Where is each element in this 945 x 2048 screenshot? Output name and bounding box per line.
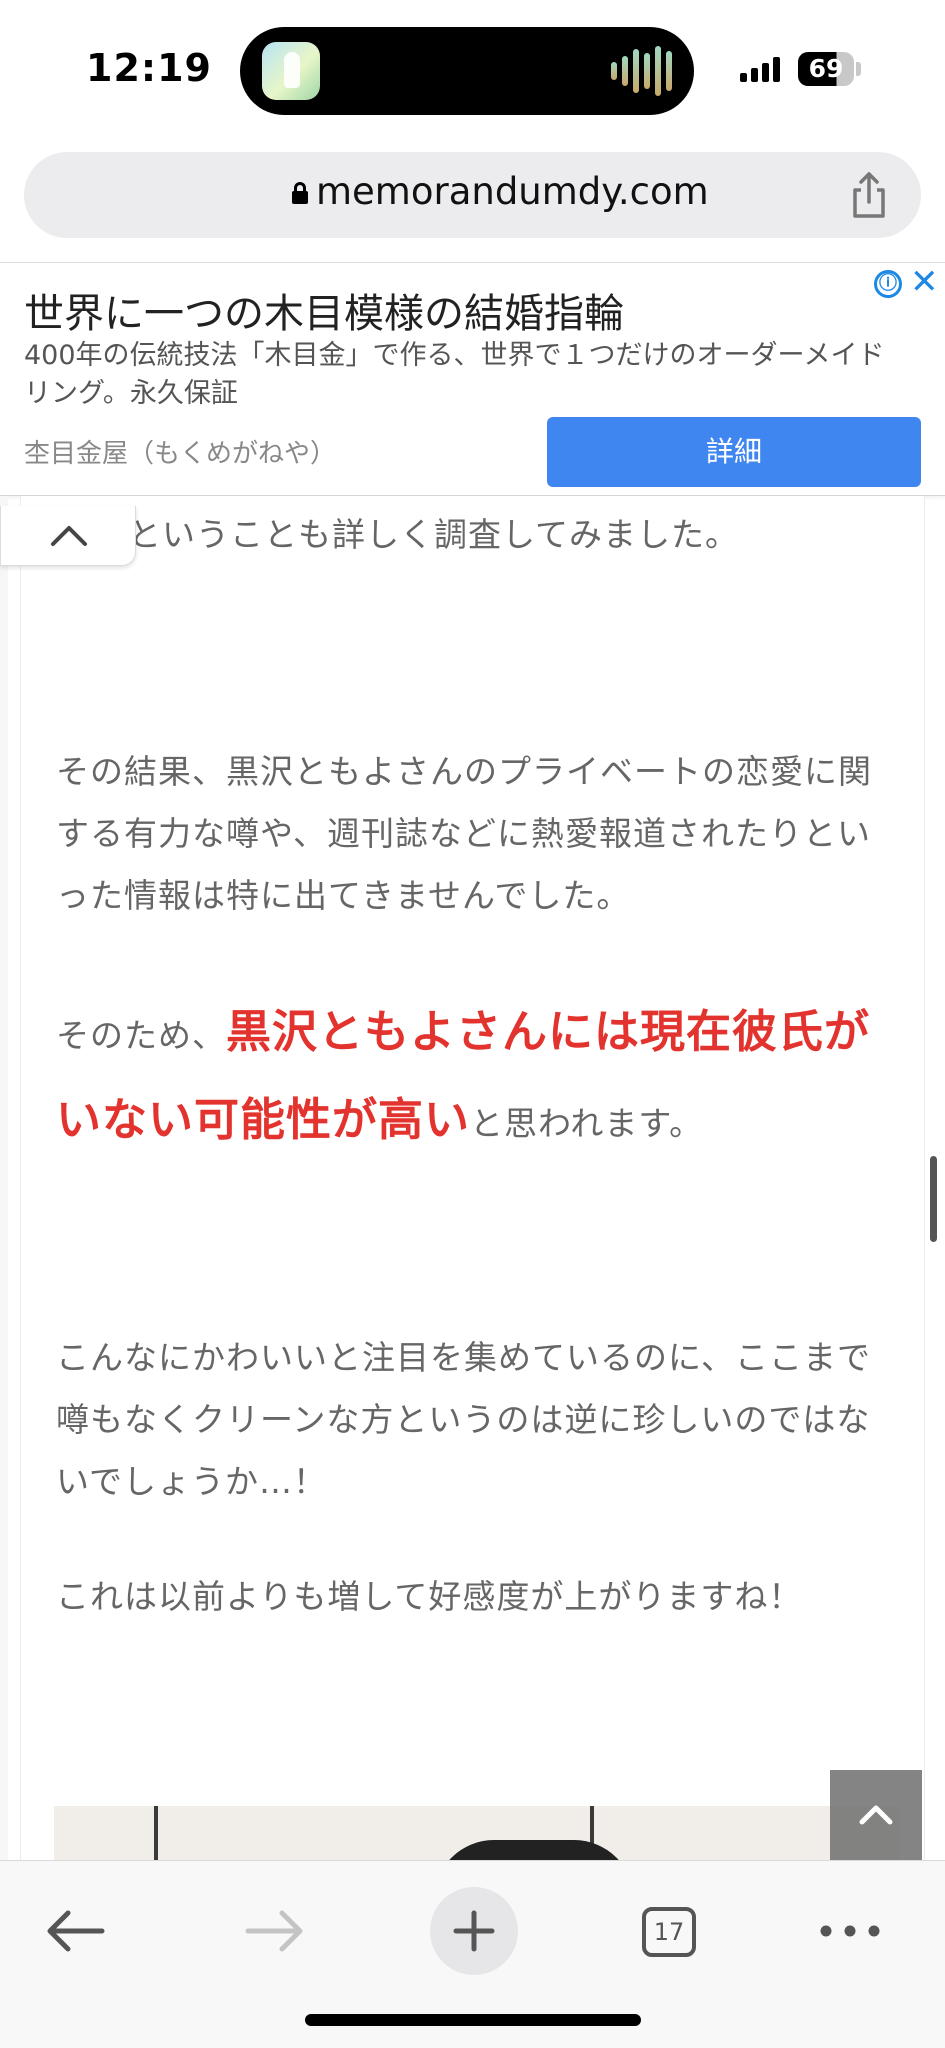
address-bar[interactable]: memorandumdy.com (24, 152, 921, 238)
back-button[interactable] (32, 1887, 120, 1975)
more-button[interactable] (806, 1887, 894, 1975)
back-arrow-icon (47, 1910, 105, 1952)
ad-detail-button[interactable]: 詳細 (547, 417, 921, 487)
audio-wave-icon (611, 45, 672, 97)
tab-count: 17 (642, 1907, 696, 1957)
more-icon (820, 1925, 880, 1937)
status-bar: 12:19 69 (0, 0, 945, 140)
page-edge (0, 496, 8, 1860)
cellular-signal-icon (740, 56, 780, 82)
ad-description: 400年の伝統技法「木目金」で作る、世界で１つだけのオーダーメイドリング。永久保… (24, 340, 885, 409)
ad-collapse-button[interactable] (0, 506, 136, 566)
dynamic-island[interactable] (240, 27, 694, 115)
new-tab-button[interactable] (430, 1887, 518, 1975)
tabs-button[interactable]: 17 (626, 1887, 714, 1975)
ad-info-icon[interactable]: ⓘ (874, 270, 902, 298)
paragraph-2-prefix: そのため、 (56, 1016, 226, 1055)
ad-title[interactable]: 世界に一つの木目模様の結婚指輪 (24, 281, 624, 339)
chevron-up-icon (51, 526, 87, 546)
plus-icon (453, 1910, 495, 1952)
forward-arrow-icon (245, 1910, 303, 1952)
lock-icon (292, 182, 308, 204)
article-paragraph-3: こんなにかわいいと注目を集めているのに、ここまで噂もなくクリーンな方というのは逆… (56, 1338, 872, 1501)
status-time: 12:19 (86, 46, 212, 90)
ad-advertiser: 杢目金屋（もくめがねや） (24, 439, 337, 469)
article-body (20, 496, 925, 1860)
paragraph-2-suffix: と思われます。 (470, 1104, 704, 1143)
share-icon[interactable] (844, 170, 894, 220)
url-text[interactable]: memorandumdy.com (316, 170, 709, 213)
battery-level: 69 (808, 54, 844, 83)
article-paragraph-2: そのため、黒沢ともよさんには現在彼氏がいない可能性が高いと思われます。 (56, 990, 886, 1166)
forward-button[interactable] (230, 1887, 318, 1975)
battery-icon: 69 (798, 52, 854, 86)
chevron-up-icon (859, 1805, 893, 1825)
ad-close-icon[interactable]: ✕ (910, 264, 939, 300)
article-paragraph-4: これは以前よりも増して好感度が上がりますね！ (56, 1577, 803, 1616)
battery-tip (856, 62, 861, 76)
now-playing-app-icon (262, 42, 320, 100)
scrollbar[interactable] (930, 1156, 937, 1242)
ad-banner[interactable]: 世界に一つの木目模様の結婚指輪 400年の伝統技法「木目金」で作る、世界で１つだ… (0, 262, 945, 496)
scroll-to-top-button[interactable] (830, 1770, 922, 1860)
article-partial-line: ということも詳しく調査してみました。 (128, 515, 740, 554)
article-paragraph-1: その結果、黒沢ともよさんのプライベートの恋愛に関する有力な噂や、週刊誌などに熱愛… (56, 752, 872, 915)
article-image (54, 1806, 900, 1860)
home-indicator[interactable] (305, 2014, 641, 2026)
